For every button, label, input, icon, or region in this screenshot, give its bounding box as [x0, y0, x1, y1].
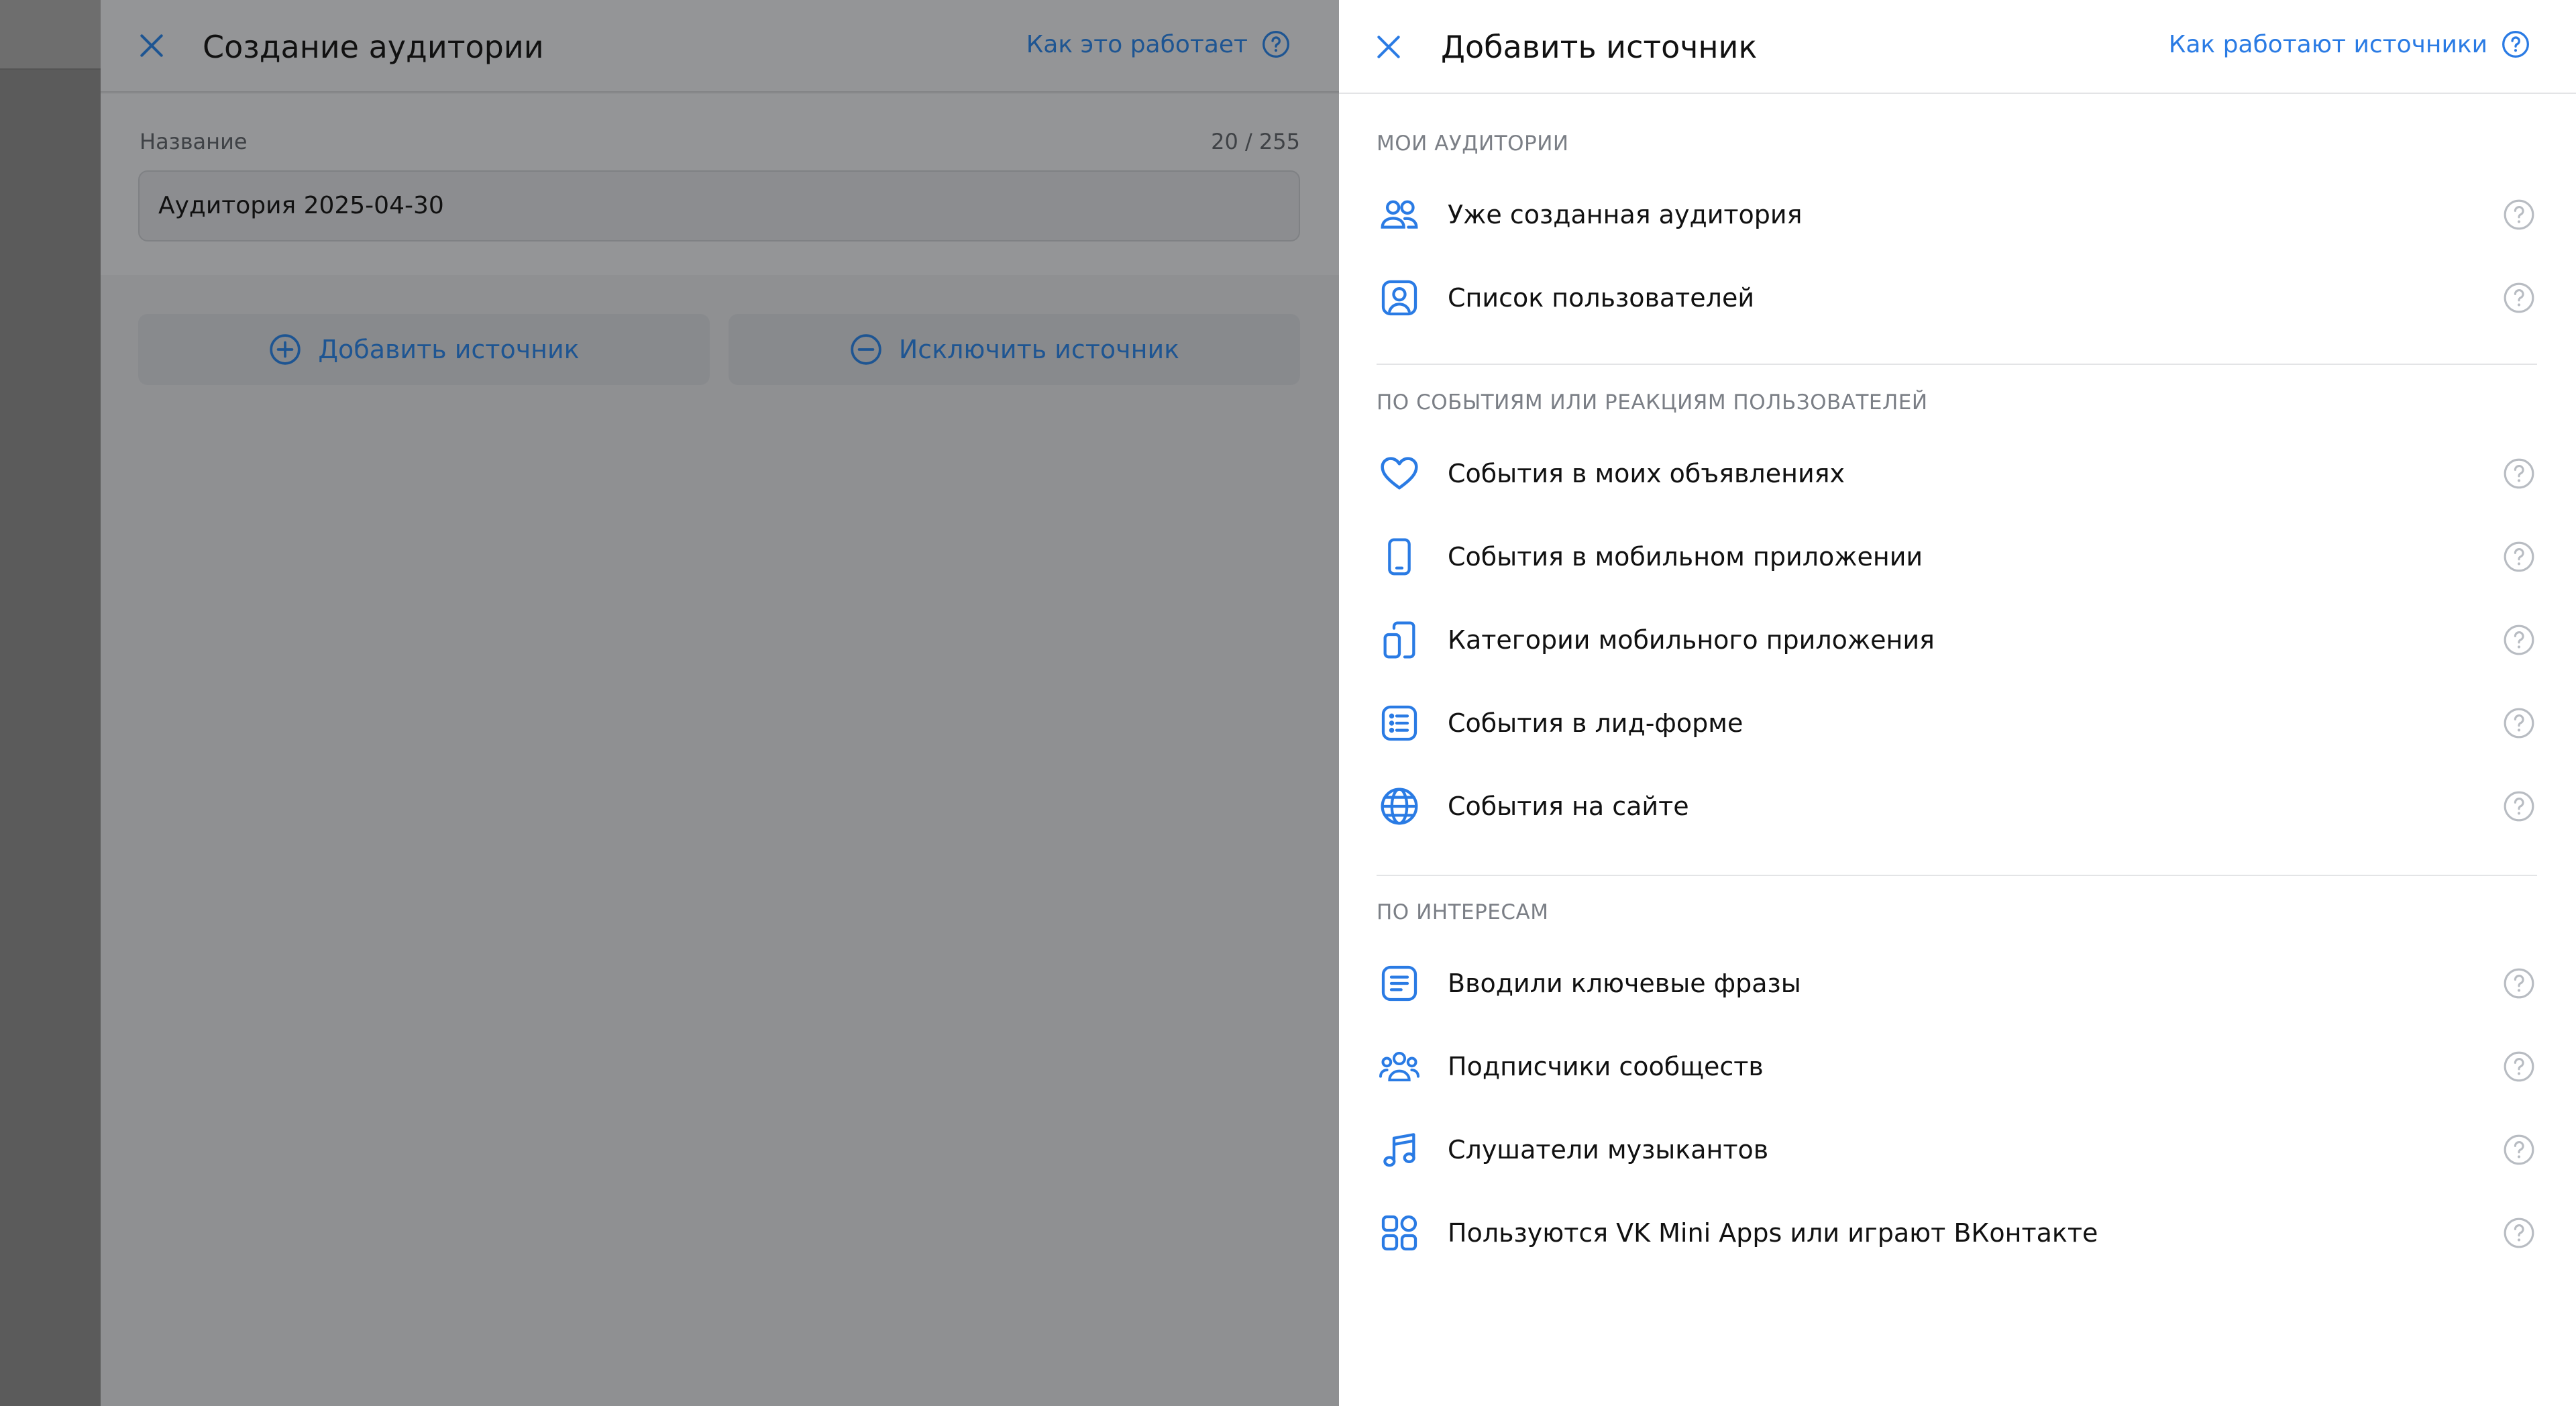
- name-char-counter: 20 / 255: [1211, 129, 1300, 154]
- create-audience-header: Создание аудитории Как это работает: [101, 0, 1339, 93]
- close-icon: [1377, 36, 1400, 58]
- help-icon[interactable]: [2501, 197, 2537, 233]
- source-item-label: Список пользователей: [1448, 283, 1755, 313]
- heart-icon: [1377, 451, 1422, 496]
- users-icon: [1377, 192, 1422, 237]
- source-item-label: События в моих объявлениях: [1448, 459, 1845, 488]
- help-icon[interactable]: [2501, 788, 2537, 824]
- section-title-my-audiences: МОИ АУДИТОРИИ: [1377, 131, 1569, 156]
- devices-icon: [1377, 617, 1422, 663]
- create-audience-panel: Создание аудитории Как это работает Назв…: [101, 0, 1339, 1406]
- audience-name-input[interactable]: Аудитория 2025-04-30: [138, 170, 1300, 241]
- help-icon[interactable]: [2501, 622, 2537, 658]
- user-card-icon: [1377, 275, 1422, 321]
- exclude-source-button[interactable]: Исключить источник: [729, 314, 1300, 385]
- page-backdrop: [0, 0, 101, 1406]
- list-icon: [1377, 700, 1422, 746]
- add-source-button-label: Добавить источник: [318, 335, 580, 364]
- help-icon[interactable]: [2501, 705, 2537, 741]
- add-source-drawer: Добавить источник Как работают источники…: [1339, 0, 2576, 1406]
- help-icon[interactable]: [2501, 455, 2537, 492]
- community-icon: [1377, 1044, 1422, 1089]
- audience-name-form: Название 20 / 255 Аудитория 2025-04-30: [101, 94, 1339, 275]
- add-source-button[interactable]: Добавить источник: [138, 314, 710, 385]
- help-icon[interactable]: [2501, 1215, 2537, 1251]
- source-item-mobile-app-categories[interactable]: Категории мобильного приложения: [1377, 605, 2537, 675]
- close-icon: [140, 34, 163, 57]
- section-title-events: ПО СОБЫТИЯМ ИЛИ РЕАКЦИЯМ ПОЛЬЗОВАТЕЛЕЙ: [1377, 390, 1928, 415]
- source-item-lead-form-events[interactable]: События в лид-форме: [1377, 688, 2537, 758]
- create-audience-close-button[interactable]: [134, 28, 169, 63]
- source-item-existing-audience[interactable]: Уже созданная аудитория: [1377, 180, 2537, 250]
- source-item-label: Подписчики сообществ: [1448, 1052, 1764, 1081]
- smartphone-icon: [1377, 534, 1422, 580]
- source-item-label: Вводили ключевые фразы: [1448, 969, 1801, 998]
- source-item-key-phrases[interactable]: Вводили ключевые фразы: [1377, 949, 2537, 1018]
- drawer-header: Добавить источник Как работают источники: [1339, 0, 2576, 94]
- source-item-mobile-app-events[interactable]: События в мобильном приложении: [1377, 522, 2537, 592]
- minus-circle-icon: [851, 334, 881, 365]
- section-divider: [1377, 364, 2537, 365]
- plus-circle-icon: [270, 334, 301, 365]
- source-item-music-listeners[interactable]: Слушатели музыкантов: [1377, 1115, 2537, 1185]
- backdrop-topbar: [0, 0, 101, 70]
- help-icon[interactable]: [2501, 965, 2537, 1002]
- how-sources-work-label: Как работают источники: [2168, 30, 2487, 58]
- source-item-mini-apps-games[interactable]: Пользуются VK Mini Apps или играют ВКонт…: [1377, 1198, 2537, 1268]
- section-divider: [1377, 875, 2537, 876]
- source-item-ad-events[interactable]: События в моих объявлениях: [1377, 439, 2537, 508]
- drawer-title: Добавить источник: [1441, 29, 1758, 65]
- question-circle-icon: [2502, 31, 2529, 58]
- source-item-label: Пользуются VK Mini Apps или играют ВКонт…: [1448, 1218, 2098, 1248]
- section-title-interests: ПО ИНТЕРЕСАМ: [1377, 900, 1549, 924]
- help-icon[interactable]: [2501, 539, 2537, 575]
- help-icon[interactable]: [2501, 1048, 2537, 1085]
- drawer-close-button[interactable]: [1370, 28, 1407, 66]
- source-item-label: Категории мобильного приложения: [1448, 625, 1935, 655]
- source-item-community-subscribers[interactable]: Подписчики сообществ: [1377, 1032, 2537, 1101]
- name-field-label: Название: [140, 129, 248, 154]
- how-it-works-label: Как это работает: [1026, 30, 1248, 58]
- source-item-site-events[interactable]: События на сайте: [1377, 771, 2537, 841]
- music-note-icon: [1377, 1127, 1422, 1173]
- exclude-source-button-label: Исключить источник: [898, 335, 1180, 364]
- apps-grid-icon: [1377, 1210, 1422, 1256]
- question-circle-icon: [1263, 31, 1289, 58]
- create-audience-title: Создание аудитории: [203, 29, 544, 65]
- source-item-label: События в лид-форме: [1448, 708, 1743, 738]
- source-item-label: События в мобильном приложении: [1448, 542, 1923, 572]
- text-lines-icon: [1377, 961, 1422, 1006]
- source-item-user-list[interactable]: Список пользователей: [1377, 263, 2537, 333]
- source-item-label: События на сайте: [1448, 792, 1689, 821]
- source-item-label: Уже созданная аудитория: [1448, 200, 1803, 229]
- source-item-label: Слушатели музыкантов: [1448, 1135, 1769, 1165]
- help-icon[interactable]: [2501, 280, 2537, 316]
- globe-icon: [1377, 783, 1422, 829]
- help-icon[interactable]: [2501, 1132, 2537, 1168]
- how-sources-work-link[interactable]: Как работают источники: [2169, 30, 2530, 59]
- how-it-works-link[interactable]: Как это работает: [1026, 30, 1291, 59]
